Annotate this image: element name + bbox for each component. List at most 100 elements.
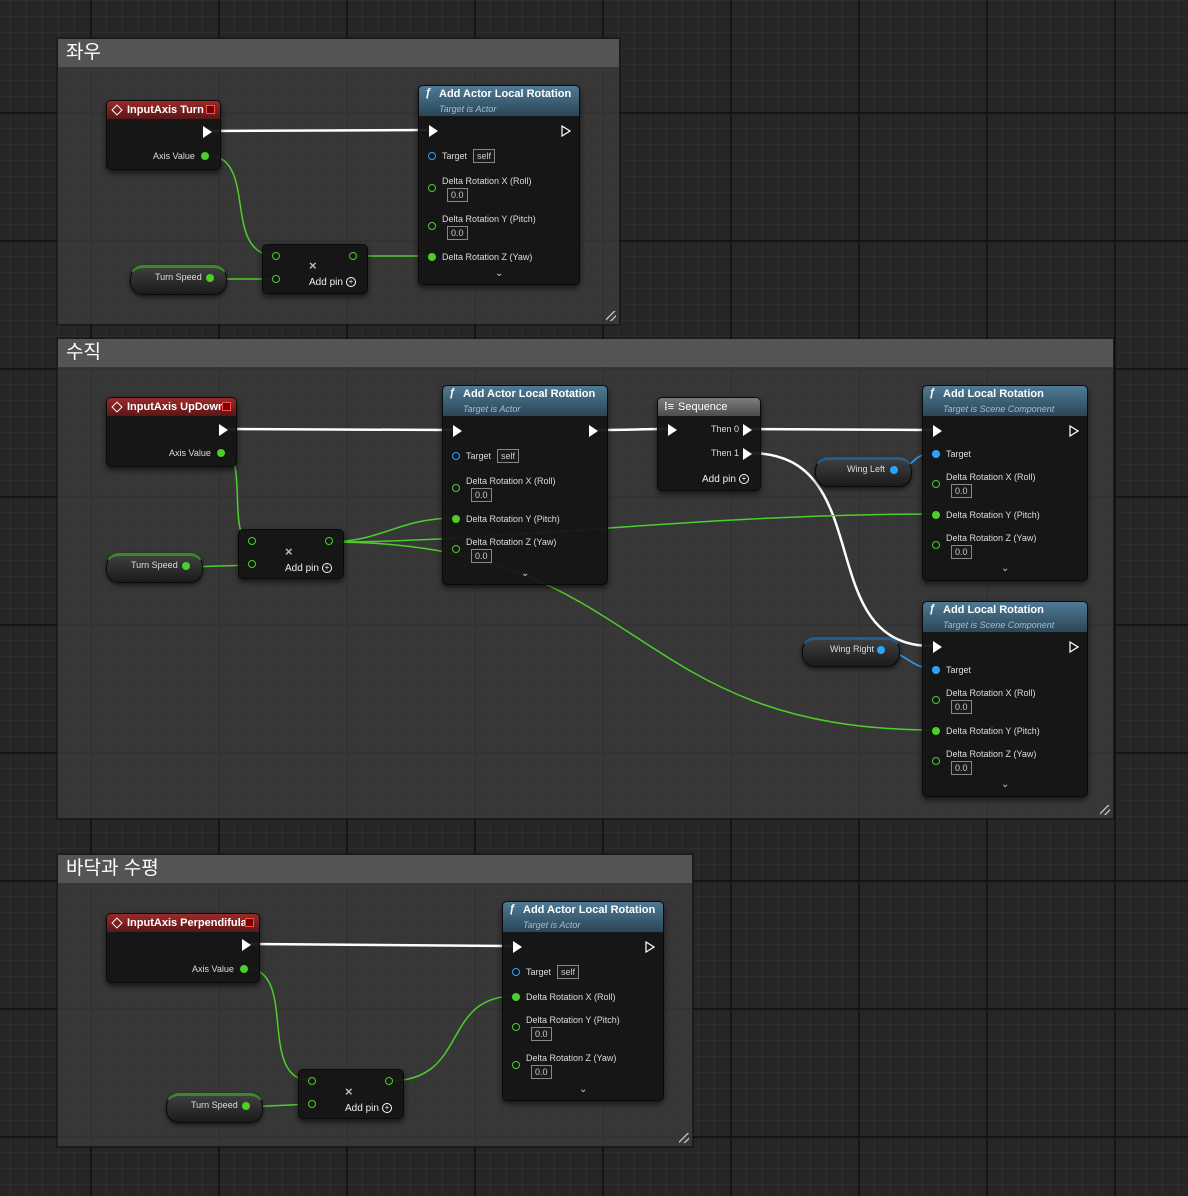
roll-pin[interactable]: [452, 484, 460, 492]
multiply-output-pin[interactable]: [385, 1077, 393, 1085]
variable-wing-left[interactable]: Wing Left: [815, 457, 912, 487]
pitch-value-field[interactable]: 0.0: [447, 226, 468, 240]
multiply-input-a-pin[interactable]: [248, 537, 256, 545]
function-node-add-actor-local-rotation[interactable]: ƒ Add Actor Local Rotation Target is Act…: [442, 385, 608, 585]
sequence-node[interactable]: ⁞≡ Sequence Then 0 Then 1 Add pin +: [657, 397, 761, 491]
event-node-input-axis-updown[interactable]: InputAxis UpDown Axis Value: [106, 397, 237, 467]
turn-speed-out-pin[interactable]: [242, 1102, 250, 1110]
target-pin[interactable]: [932, 450, 940, 458]
target-self-field[interactable]: self: [473, 149, 496, 163]
event-delegate-icon[interactable]: [206, 105, 215, 114]
pitch-pin[interactable]: [932, 727, 940, 735]
pitch-pin[interactable]: [452, 515, 460, 523]
add-pin-button[interactable]: Add pin +: [345, 1103, 392, 1114]
target-pin[interactable]: [932, 666, 940, 674]
axis-value-pin[interactable]: [240, 965, 248, 973]
then-0-pin[interactable]: [743, 424, 752, 436]
roll-value-field[interactable]: 0.0: [447, 188, 468, 202]
target-self-field[interactable]: self: [557, 965, 580, 979]
target-pin[interactable]: [512, 968, 520, 976]
yaw-pin[interactable]: [428, 253, 436, 261]
exec-out-pin[interactable]: [203, 126, 212, 138]
comment-title[interactable]: 바닥과 수평: [58, 855, 692, 883]
add-pin-button[interactable]: Add pin +: [285, 563, 332, 574]
event-node-input-axis-turn[interactable]: InputAxis Turn Axis Value: [106, 100, 221, 170]
turn-speed-out-pin[interactable]: [182, 562, 190, 570]
variable-turn-speed[interactable]: Turn Speed: [106, 553, 203, 583]
roll-value-field[interactable]: 0.0: [951, 484, 972, 498]
target-pin[interactable]: [452, 452, 460, 460]
multiply-input-b-pin[interactable]: [272, 275, 280, 283]
exec-out-pin[interactable]: [561, 125, 571, 137]
chevron-down-icon[interactable]: ⌄: [521, 568, 529, 579]
multiply-input-b-pin[interactable]: [248, 560, 256, 568]
turn-speed-out-pin[interactable]: [206, 274, 214, 282]
resize-handle-icon[interactable]: [679, 1133, 689, 1143]
roll-pin[interactable]: [932, 696, 940, 704]
exec-in-pin[interactable]: [453, 425, 462, 437]
exec-in-pin[interactable]: [429, 125, 438, 137]
comment-title[interactable]: 수직: [58, 339, 1113, 367]
function-node-add-local-rotation-wing-left[interactable]: ƒ Add Local Rotation Target is Scene Com…: [922, 385, 1088, 581]
comment-title[interactable]: 좌우: [58, 39, 619, 67]
axis-value-pin[interactable]: [217, 449, 225, 457]
multiply-node[interactable]: × Add pin +: [262, 244, 368, 294]
target-pin[interactable]: [428, 152, 436, 160]
function-node-add-actor-local-rotation[interactable]: ƒ Add Actor Local Rotation Target is Act…: [418, 85, 580, 285]
wing-right-out-pin[interactable]: [877, 646, 885, 654]
variable-turn-speed[interactable]: Turn Speed: [130, 265, 227, 295]
exec-out-pin[interactable]: [589, 425, 598, 437]
add-pin-button[interactable]: Add pin +: [702, 474, 749, 485]
event-node-input-axis-perpendifular[interactable]: InputAxis Perpendifular Axis Value: [106, 913, 260, 983]
exec-in-pin[interactable]: [933, 425, 942, 437]
exec-in-pin[interactable]: [933, 641, 942, 653]
multiply-output-pin[interactable]: [325, 537, 333, 545]
pitch-pin[interactable]: [428, 222, 436, 230]
multiply-output-pin[interactable]: [349, 252, 357, 260]
multiply-input-a-pin[interactable]: [308, 1077, 316, 1085]
pitch-pin[interactable]: [932, 511, 940, 519]
resize-handle-icon[interactable]: [606, 311, 616, 321]
variable-turn-speed[interactable]: Turn Speed: [166, 1093, 263, 1123]
chevron-down-icon[interactable]: ⌄: [1001, 779, 1009, 790]
yaw-pin[interactable]: [452, 545, 460, 553]
wing-left-out-pin[interactable]: [890, 466, 898, 474]
function-node-add-actor-local-rotation[interactable]: ƒ Add Actor Local Rotation Target is Act…: [502, 901, 664, 1101]
event-delegate-icon[interactable]: [222, 402, 231, 411]
exec-out-pin[interactable]: [645, 941, 655, 953]
pitch-value-field[interactable]: 0.0: [531, 1027, 552, 1041]
roll-pin[interactable]: [932, 480, 940, 488]
variable-wing-right[interactable]: Wing Right: [802, 637, 900, 667]
event-delegate-icon[interactable]: [245, 918, 254, 927]
axis-value-pin[interactable]: [201, 152, 209, 160]
function-node-add-local-rotation-wing-right[interactable]: ƒ Add Local Rotation Target is Scene Com…: [922, 601, 1088, 797]
pitch-pin[interactable]: [512, 1023, 520, 1031]
yaw-value-field[interactable]: 0.0: [531, 1065, 552, 1079]
resize-handle-icon[interactable]: [1100, 805, 1110, 815]
multiply-input-a-pin[interactable]: [272, 252, 280, 260]
exec-out-pin[interactable]: [219, 424, 228, 436]
yaw-value-field[interactable]: 0.0: [951, 761, 972, 775]
multiply-node[interactable]: × Add pin +: [238, 529, 344, 579]
chevron-down-icon[interactable]: ⌄: [495, 268, 503, 279]
yaw-pin[interactable]: [932, 541, 940, 549]
yaw-value-field[interactable]: 0.0: [471, 549, 492, 563]
chevron-down-icon[interactable]: ⌄: [1001, 563, 1009, 574]
exec-in-pin[interactable]: [513, 941, 522, 953]
yaw-value-field[interactable]: 0.0: [951, 545, 972, 559]
roll-value-field[interactable]: 0.0: [951, 700, 972, 714]
target-self-field[interactable]: self: [497, 449, 520, 463]
exec-out-pin[interactable]: [242, 939, 251, 951]
chevron-down-icon[interactable]: ⌄: [579, 1084, 587, 1095]
multiply-input-b-pin[interactable]: [308, 1100, 316, 1108]
exec-in-pin[interactable]: [668, 424, 677, 436]
roll-pin[interactable]: [428, 184, 436, 192]
yaw-pin[interactable]: [512, 1061, 520, 1069]
exec-out-pin[interactable]: [1069, 425, 1079, 437]
exec-out-pin[interactable]: [1069, 641, 1079, 653]
roll-value-field[interactable]: 0.0: [471, 488, 492, 502]
yaw-pin[interactable]: [932, 757, 940, 765]
multiply-node[interactable]: × Add pin +: [298, 1069, 404, 1119]
roll-pin[interactable]: [512, 993, 520, 1001]
add-pin-button[interactable]: Add pin +: [309, 277, 356, 288]
